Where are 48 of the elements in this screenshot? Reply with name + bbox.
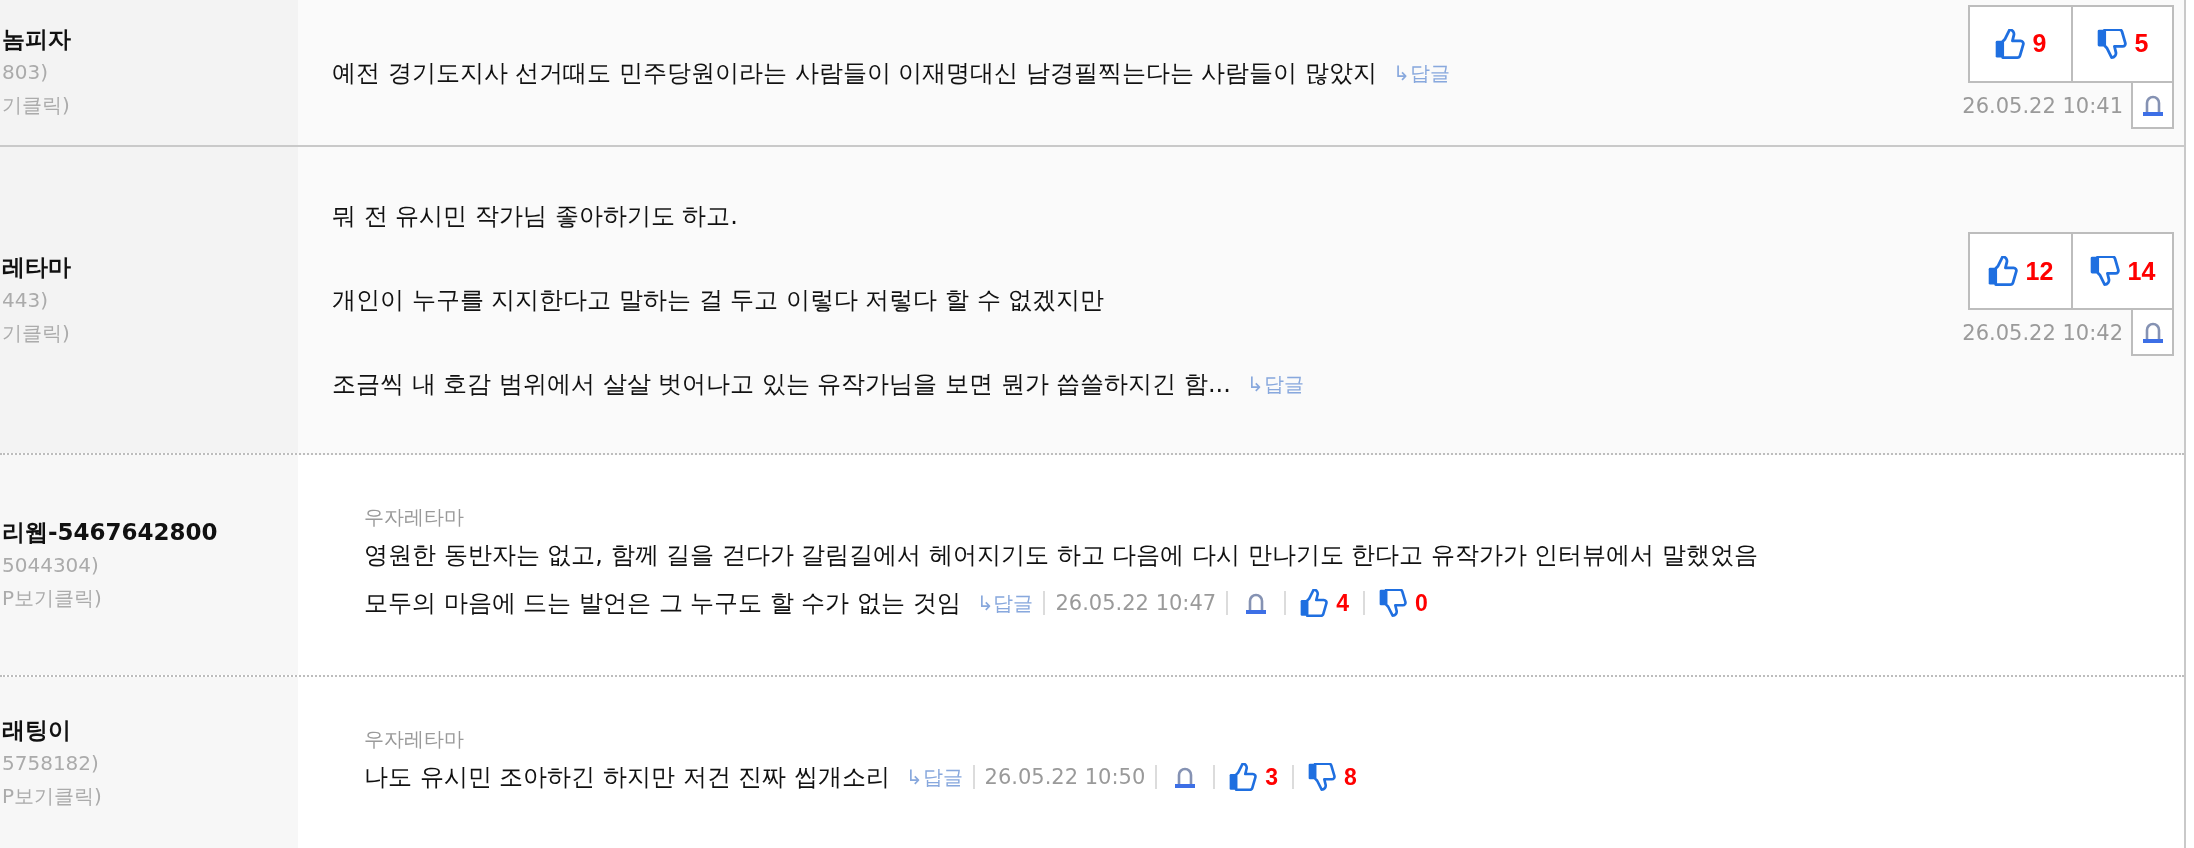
reply-link[interactable]: ↳답글: [1393, 51, 1450, 94]
thumbs-up-icon: [1994, 28, 2025, 59]
comment-text: 뭐 전 유시민 작가님 좋아하기도 하고.: [332, 201, 738, 232]
reply-to-name: 우자레타마: [364, 504, 465, 531]
comment-date: 26.05.22 10:42: [1962, 320, 2123, 347]
thumbs-down-icon: [1378, 589, 1407, 617]
report-button[interactable]: [2131, 310, 2174, 356]
comment-text: 모두의 마음에 드는 발언은 그 누구도 할 수가 없는 것임: [364, 588, 961, 619]
siren-icon: [1244, 591, 1269, 615]
user-code: 5044304): [2, 551, 100, 579]
user-name[interactable]: 래팅이: [2, 713, 298, 747]
upvote-button[interactable]: 3: [1229, 763, 1279, 791]
siren-icon: [1173, 765, 1198, 789]
report-button[interactable]: [1173, 765, 1198, 789]
user-code: 5758182): [2, 749, 100, 777]
report-button[interactable]: [1244, 591, 1269, 615]
user-code: 803): [2, 59, 49, 86]
downvote-button[interactable]: 8: [1308, 763, 1357, 791]
ip-link[interactable]: 기클릭): [2, 316, 298, 350]
upvote-button[interactable]: 4: [1300, 589, 1349, 617]
comment-date: 26.05.22 10:50: [984, 764, 1146, 791]
comment-text: 나도 유시민 조아하긴 하지만 저건 진짜 씹개소리: [364, 762, 890, 793]
comment-text: 개인이 누구를 지지한다고 말하는 걸 두고 이렇다 저렇다 할 수 없겠지만: [332, 285, 1105, 316]
report-button[interactable]: [2131, 82, 2174, 129]
user-name[interactable]: 놈피자: [2, 23, 298, 56]
comment-text: 예전 경기도지사 선거때도 민주당원이라는 사람들이 이재명대신 남경필찍는다는 사람들이 많았지: [332, 57, 1378, 89]
comment-text: 조금씩 내 호감 범위에서 살살 벗어나고 있는 유작가님을 보면 뭔가 씁쓸하지긴 함...: [332, 369, 1231, 400]
reply-to-name: 우자레타마: [364, 726, 465, 753]
ip-link[interactable]: P보기클릭): [2, 779, 298, 813]
ip-link[interactable]: 기클릭): [2, 89, 298, 122]
thumbs-down-icon: [1308, 763, 1337, 791]
user-name[interactable]: 레타마: [2, 250, 298, 284]
reply-link[interactable]: ↳답글: [905, 753, 963, 801]
comment-text: 영원한 동반자는 없고, 함께 길을 걷다가 갈림길에서 헤어지기도 하고 다음에 다시 만나기도 한다고 유작가가 인터뷰에서 말했었음: [364, 540, 1759, 571]
reply-link[interactable]: ↳답글: [1246, 363, 1304, 405]
comment-date: 26.05.22 10:47: [1055, 590, 1217, 617]
siren-icon: [2140, 320, 2165, 344]
ip-link[interactable]: P보기클릭): [2, 581, 298, 615]
comment-date: 26.05.22 10:41: [1962, 92, 2123, 120]
user-code: 443): [2, 286, 49, 314]
downvote-button[interactable]: 0: [1378, 589, 1428, 617]
thumbs-down-icon: [2089, 256, 2120, 286]
user-name[interactable]: 리웹-5467642800: [2, 515, 298, 549]
thumbs-up-icon: [1987, 256, 2018, 286]
thumbs-up-icon: [1229, 763, 1258, 791]
thumbs-down-icon: [2096, 28, 2127, 59]
reply-link[interactable]: ↳답글: [976, 579, 1034, 627]
thumbs-up-icon: [1300, 589, 1329, 617]
